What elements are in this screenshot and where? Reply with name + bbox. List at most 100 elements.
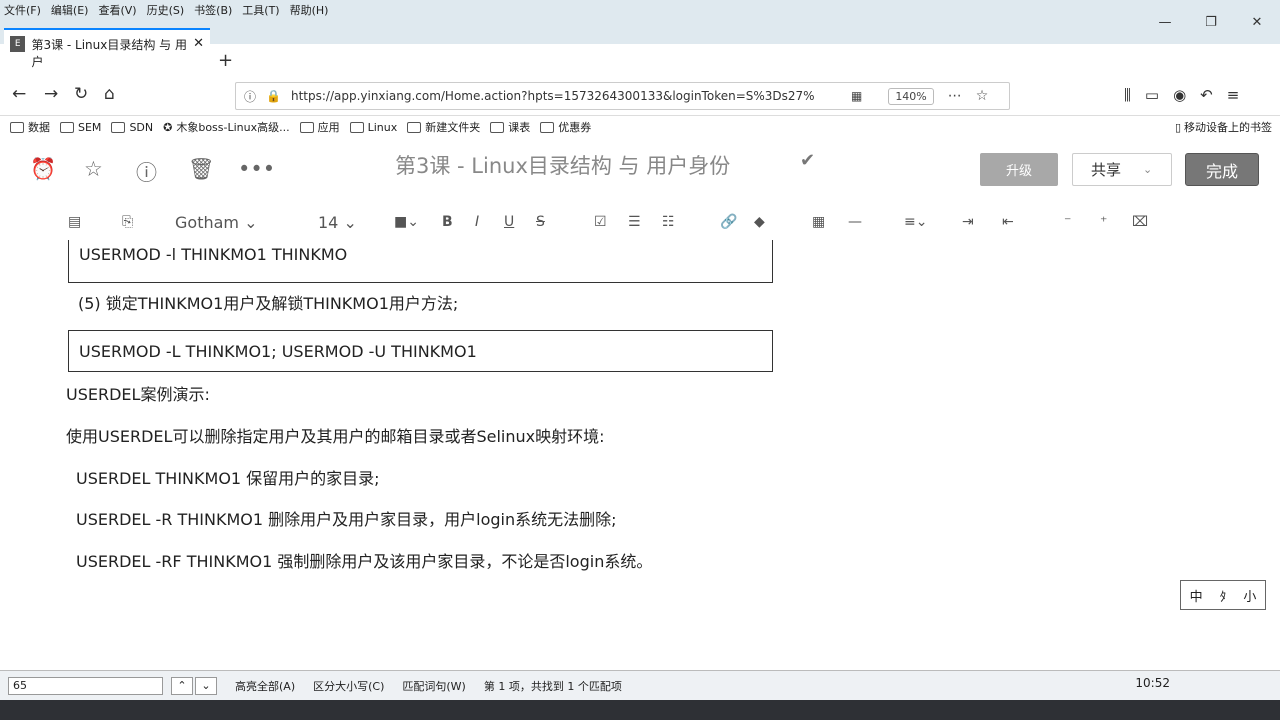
done-button[interactable]: 完成 xyxy=(1185,153,1259,186)
star-icon[interactable]: ☆ xyxy=(84,157,103,181)
italic-icon[interactable]: I xyxy=(475,214,479,230)
saved-check-icon: ✔ xyxy=(800,150,816,171)
attachment-icon[interactable]: ⎘ xyxy=(122,214,133,230)
new-tab-button[interactable]: + xyxy=(218,50,233,71)
close-tab-icon[interactable]: ✕ xyxy=(193,36,204,51)
menu-view[interactable]: 查看(V) xyxy=(98,2,136,18)
bookmark-schedule[interactable]: 课表 xyxy=(490,119,530,135)
folder-icon xyxy=(111,121,126,133)
window-controls: — ❐ ✕ xyxy=(1142,0,1280,44)
forward-icon[interactable]: → xyxy=(44,84,58,104)
qr-icon[interactable]: ▦ xyxy=(851,89,862,103)
item-5-text: (5) 锁定THINKMO1用户及解锁THINKMO1用户方法; xyxy=(78,294,459,313)
bookmark-coupons[interactable]: 优惠券 xyxy=(540,119,591,135)
ime-width[interactable]: 小 xyxy=(1243,586,1256,605)
clear-format-icon[interactable]: ⌧ xyxy=(1132,214,1148,230)
userdel-line-3: USERDEL -RF THINKMO1 强制删除用户及该用户家目录，不论是否l… xyxy=(76,552,653,571)
whole-words-checkbox[interactable]: 匹配词句(W) xyxy=(402,678,465,694)
text-color-icon[interactable]: ■⌄ xyxy=(394,214,419,230)
info-icon[interactable]: ⓘ xyxy=(244,88,256,105)
clock: 10:52 xyxy=(1135,676,1170,690)
minimize-button[interactable]: — xyxy=(1142,0,1188,44)
size-select[interactable]: 14 ⌄ xyxy=(318,213,357,232)
find-bar: 65 ⌃ ⌄ 高亮全部(A) 区分大小写(C) 匹配词句(W) 第 1 项，共找… xyxy=(0,670,1280,700)
more-icon[interactable]: ••• xyxy=(238,157,275,181)
bookmark-sdn[interactable]: SDN xyxy=(111,121,153,134)
upgrade-button[interactable]: 升级 xyxy=(980,153,1058,186)
highlight-all-checkbox[interactable]: 高亮全部(A) xyxy=(235,678,295,694)
menu-tools[interactable]: 工具(T) xyxy=(242,2,279,18)
subscript-icon[interactable]: ⁻ xyxy=(1064,214,1071,230)
chevron-down-icon[interactable]: ⌄ xyxy=(1143,163,1152,176)
table-icon[interactable]: ▦ xyxy=(812,214,825,230)
trash-icon[interactable]: 🗑 xyxy=(188,157,215,182)
ime-punct[interactable]: ﾀ xyxy=(1220,586,1227,605)
userdel-line-1: USERDEL THINKMO1 保留用户的家目录; xyxy=(76,469,380,488)
link-icon[interactable]: 🔗 xyxy=(720,214,737,230)
find-input[interactable]: 65 xyxy=(8,676,163,695)
mobile-icon: ▯ xyxy=(1174,120,1181,134)
info-icon[interactable]: ⓘ xyxy=(136,157,157,187)
reload-icon[interactable]: ↻ xyxy=(74,84,88,104)
menu-bookmarks[interactable]: 书签(B) xyxy=(194,2,232,18)
page-actions[interactable]: ⋯☆ xyxy=(948,88,1003,104)
close-window-button[interactable]: ✕ xyxy=(1234,0,1280,44)
evernote-icon: E xyxy=(10,36,26,52)
star-icon: ✪ xyxy=(163,120,173,134)
outdent-icon[interactable]: ⇤ xyxy=(1002,214,1014,230)
find-next-icon[interactable]: ⌄ xyxy=(195,676,217,695)
menu-file[interactable]: 文件(F) xyxy=(4,2,41,18)
url-text[interactable]: https://app.yinxiang.com/Home.action?hpt… xyxy=(291,89,851,103)
underline-icon[interactable]: U xyxy=(504,214,514,230)
folder-icon xyxy=(299,121,314,133)
menu-help[interactable]: 帮助(H) xyxy=(290,2,329,18)
bullet-list-icon[interactable]: ☰ xyxy=(628,214,641,230)
bold-icon[interactable]: B xyxy=(442,214,453,230)
userdel-description: 使用USERDEL可以删除指定用户及其用户的邮箱目录或者Selinux映射环境: xyxy=(66,427,605,446)
bookmark-data[interactable]: 数据 xyxy=(10,119,50,135)
align-icon[interactable]: ≡⌄ xyxy=(904,214,927,230)
divider-icon[interactable]: — xyxy=(848,214,862,230)
reminder-icon[interactable]: ⏰ xyxy=(30,157,56,182)
code-box-2[interactable]: USERMOD -L THINKMO1; USERMOD -U THINKMO1 xyxy=(68,330,773,372)
find-prev-icon[interactable]: ⌃ xyxy=(171,676,193,695)
superscript-icon[interactable]: ⁺ xyxy=(1100,214,1107,230)
ime-toolbar[interactable]: 中 ﾀ 小 xyxy=(1180,580,1266,610)
maximize-button[interactable]: ❐ xyxy=(1188,0,1234,44)
match-case-checkbox[interactable]: 区分大小写(C) xyxy=(313,678,384,694)
address-bar[interactable]: ⓘ 🔒 https://app.yinxiang.com/Home.action… xyxy=(235,82,1010,110)
back-icon[interactable]: ← xyxy=(12,84,26,104)
tab-title: 第3课 - Linux目录结构 与 用户 xyxy=(31,38,187,69)
share-button[interactable]: 共享 ⌄ xyxy=(1072,153,1172,186)
checkbox-icon[interactable]: ☑ xyxy=(594,214,607,230)
userdel-line-2: USERDEL -R THINKMO1 删除用户及用户家目录，用户login系统… xyxy=(76,510,617,529)
menu-edit[interactable]: 编辑(E) xyxy=(51,2,89,18)
template-icon[interactable]: ▤ xyxy=(68,214,81,230)
mobile-bookmarks[interactable]: ▯ 移动设备上的书签 xyxy=(1175,116,1272,138)
folder-icon xyxy=(490,121,505,133)
bookmark-sem[interactable]: SEM xyxy=(60,121,101,134)
home-icon[interactable]: ⌂ xyxy=(104,84,115,104)
folder-icon xyxy=(349,121,364,133)
tab-active[interactable]: E 第3课 - Linux目录结构 与 用户 ✕ xyxy=(4,28,210,70)
bookmark-apps[interactable]: 应用 xyxy=(299,119,340,135)
menu-history[interactable]: 历史(S) xyxy=(147,2,185,18)
numbered-list-icon[interactable]: ☷ xyxy=(662,214,675,230)
lock-icon: 🔒 xyxy=(266,89,281,103)
highlight-icon[interactable]: ◆ xyxy=(754,214,765,230)
note-title[interactable]: 第3课 - Linux目录结构 与 用户身份 xyxy=(395,150,730,180)
font-select[interactable]: Gotham ⌄ xyxy=(175,213,258,232)
code-box-1[interactable]: USERMOD -l THINKMO1 THINKMO xyxy=(68,240,773,283)
ime-mode[interactable]: 中 xyxy=(1190,586,1203,605)
indent-icon[interactable]: ⇥ xyxy=(962,214,974,230)
zoom-level[interactable]: 140% xyxy=(888,87,934,105)
bookmark-boss[interactable]: ✪ 木象boss-Linux高级... xyxy=(163,119,290,135)
strikethrough-icon[interactable]: S xyxy=(536,214,545,230)
folder-icon xyxy=(10,121,24,133)
bookmark-new-folder[interactable]: 新建文件夹 xyxy=(407,119,480,135)
browser-toolbar-icons[interactable]: ⫼▭◉↶≡ xyxy=(1124,86,1253,104)
bookmark-linux[interactable]: Linux xyxy=(349,121,397,134)
userdel-heading: USERDEL案例演示: xyxy=(66,385,210,404)
find-result: 第 1 项，共找到 1 个匹配项 xyxy=(483,679,622,693)
folder-icon xyxy=(540,121,555,133)
